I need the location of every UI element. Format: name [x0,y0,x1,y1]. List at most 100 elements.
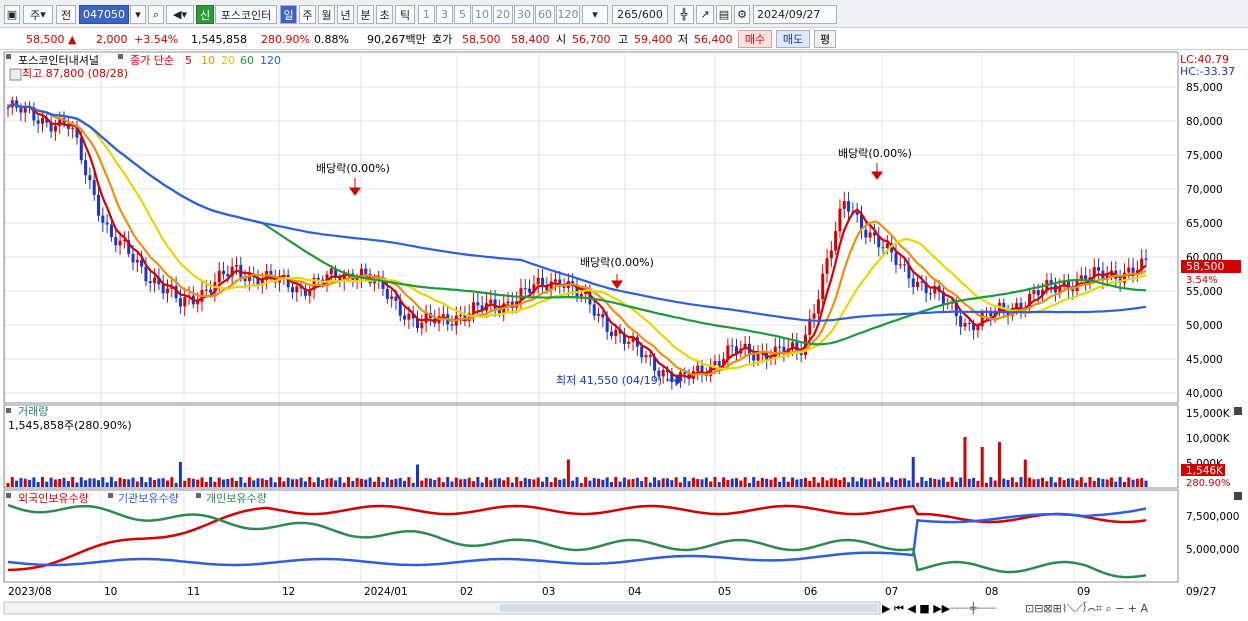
volume-bar [855,481,859,487]
volume-bar [407,477,411,487]
volume-bar [497,478,501,487]
volume-bar [635,477,639,487]
volume-bar [286,477,290,487]
minute-30[interactable]: 30 [514,5,534,24]
buy-button[interactable]: 매수 [738,30,772,48]
volume-bar [747,482,751,487]
period-tick[interactable]: 틱 [395,5,415,24]
sound-icon[interactable]: ◀▾ [166,5,194,24]
volume-bar [1084,482,1088,487]
volume-bar [717,482,721,487]
stock-code-input[interactable]: 047050 [79,5,129,24]
period-minute[interactable]: 분 [357,5,374,24]
volume-bar [795,479,799,487]
candle-body [864,229,868,238]
volume-bar [1062,480,1066,487]
volume-bar [997,442,1001,487]
volume-bar [338,477,342,487]
volume-bar [209,477,213,487]
candle-body [234,264,238,267]
minute-5[interactable]: 5 [454,5,471,24]
candle-body [71,128,75,130]
flat-button[interactable]: 평 [814,30,836,48]
period-year[interactable]: 년 [337,5,354,24]
volume-bar [515,477,519,487]
volume-bar [1075,480,1079,487]
volume-bar [196,479,200,487]
close-panel-icon[interactable] [1234,492,1242,500]
window-icon[interactable]: ▣ [4,5,20,24]
volume-bar [226,478,230,487]
volume-bar [1023,459,1027,487]
ma-period-5: 5 [185,54,192,67]
minute-120[interactable]: 120 [556,5,580,24]
volume-bar [97,480,101,487]
close-panel-icon[interactable] [1234,407,1242,415]
ma-handle-icon [118,54,123,59]
volume-bar [674,477,678,487]
volume-bar [105,482,109,487]
volume-bar [571,480,575,487]
draw-icon[interactable]: ↗ [696,5,714,24]
prev-button[interactable]: 전 [56,5,76,24]
count-field[interactable]: 265/600 [612,5,668,24]
high-price: 59,400 [634,33,673,46]
chart-type-select[interactable]: 주 ▾ [23,5,53,24]
volume-bar [170,477,174,487]
candle-icon[interactable]: ╬ [674,5,694,24]
volume-bar [1105,479,1109,487]
volume-bar [252,480,256,487]
stock-chart[interactable]: 포스코인터내셔널 종가 단순 5 10 20 60 120 최고 87,800 … [0,50,1248,621]
volume-bar [726,479,730,487]
ask-label: 호가 [432,33,453,46]
code-dropdown-icon[interactable]: ▾ [130,5,146,24]
custom-period-select[interactable]: ▾ [582,5,608,24]
search-icon[interactable]: ⌕ [148,5,164,24]
minute-20[interactable]: 20 [493,5,513,24]
candle-body [1032,290,1036,294]
minute-60[interactable]: 60 [535,5,555,24]
volume-bar [321,480,325,487]
volume-value: 1,545,858주(280.90%) [8,419,132,432]
candle-body [847,201,851,212]
volume-bar [62,477,66,487]
volume-bar [428,478,432,487]
period-second[interactable]: 초 [376,5,393,24]
period-month[interactable]: 월 [318,5,335,24]
volume-bar [191,478,195,487]
volume-bar [1010,477,1014,487]
candle-body [1071,289,1075,292]
minute-10[interactable]: 10 [472,5,492,24]
date-input[interactable]: 2024/09/27 [753,5,837,24]
volume-bar [118,477,122,487]
sell-button[interactable]: 매도 [776,30,810,48]
ma-5-line [7,102,1147,379]
candle-body [424,312,428,323]
price-tick: 80,000 [1186,116,1223,128]
zoom-slider[interactable]: ┈┈┈╪┈┈┈ [950,601,997,615]
minute-1[interactable]: 1 [418,5,435,24]
table-toggle-icon[interactable] [9,68,22,81]
save-icon[interactable]: ▤ [716,5,732,24]
candle-body [19,107,23,113]
volume-bar [312,482,316,487]
candle-body [812,313,816,319]
volume-bar [713,477,717,487]
scroll-nav-icons[interactable]: ▶ ⏮ ◀ ■ ▶▶ [882,602,951,615]
volume-bar [842,477,846,487]
volume-bar [989,477,993,487]
volume-bar [734,478,738,487]
scrollbar-thumb[interactable] [500,604,878,612]
volume-bar [441,482,445,487]
period-day[interactable]: 일 [280,5,297,24]
candle-body [183,297,187,307]
tool-icons[interactable]: ⊡⊟⊠⊞⌇⟍⟋⟌⌒⌗ ⌕ − + A [1025,602,1149,615]
minute-3[interactable]: 3 [436,5,453,24]
volume-bar [963,437,967,487]
candle-body [885,243,889,249]
candle-body [756,353,760,361]
gear-icon[interactable]: ⚙ [734,5,750,24]
candle-body [40,117,44,124]
period-week[interactable]: 주 [299,5,316,24]
candle-body [114,237,118,246]
